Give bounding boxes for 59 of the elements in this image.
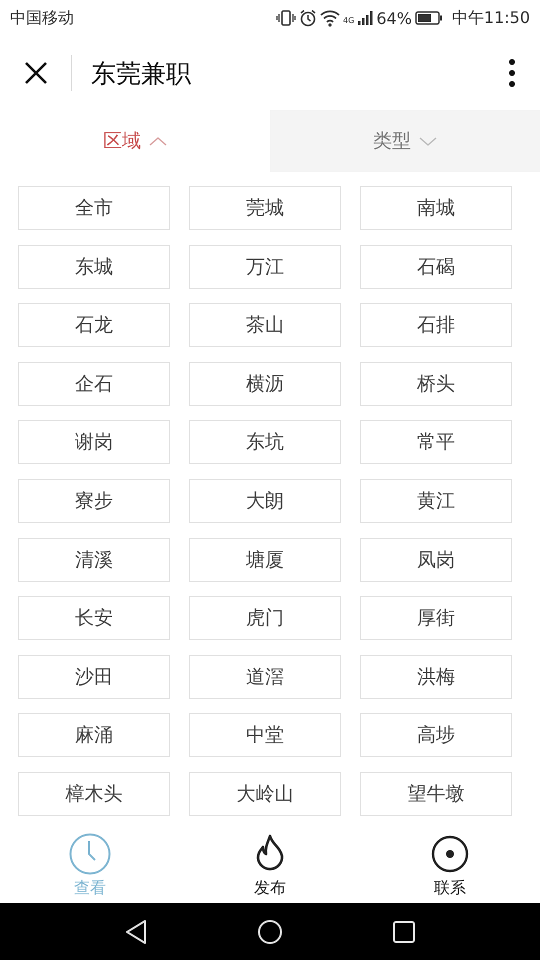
area-option[interactable]: 道滘 [189, 654, 341, 699]
area-option[interactable]: 厚街 [360, 596, 512, 640]
area-option[interactable]: 清溪 [18, 538, 170, 582]
area-option[interactable]: 洪梅 [360, 654, 512, 699]
area-option[interactable]: 望牛墩 [360, 772, 512, 816]
chevron-up-icon [149, 136, 167, 146]
home-button[interactable] [256, 918, 283, 944]
area-option[interactable]: 万江 [189, 244, 341, 289]
area-option[interactable]: 常平 [360, 420, 512, 464]
area-option[interactable]: 石排 [360, 303, 512, 348]
close-button[interactable] [23, 60, 49, 86]
home-icon [256, 918, 283, 944]
area-option[interactable]: 高埗 [360, 713, 512, 758]
battery-level: 64% [376, 8, 412, 28]
area-option[interactable]: 黄江 [360, 478, 512, 523]
area-option[interactable]: 塘厦 [189, 538, 341, 582]
area-option[interactable]: 长安 [18, 596, 170, 640]
area-option[interactable]: 企石 [18, 362, 170, 406]
area-option[interactable]: 虎门 [189, 596, 341, 640]
area-option[interactable]: 沙田 [18, 654, 170, 699]
area-option[interactable]: 东坑 [189, 420, 341, 464]
clock-icon [69, 833, 111, 875]
wifi-icon [320, 9, 340, 27]
area-option[interactable]: 谢岗 [18, 420, 170, 464]
area-option[interactable]: 横沥 [189, 362, 341, 406]
square-icon [392, 920, 416, 944]
area-option[interactable]: 大朗 [189, 478, 341, 523]
back-button[interactable] [124, 918, 148, 944]
area-option[interactable]: 凤岗 [360, 538, 512, 582]
recents-button[interactable] [392, 920, 416, 944]
tab-bar-item[interactable]: 联系 [360, 832, 540, 899]
network-type: 4G [343, 16, 354, 24]
tab-bar-item[interactable]: 发布 [180, 832, 360, 899]
area-option[interactable]: 东城 [18, 244, 170, 289]
carrier-name: 中国移动 [10, 8, 74, 28]
area-option[interactable]: 茶山 [189, 303, 341, 348]
signal-icon [357, 10, 374, 26]
page-title: 东莞兼职 [91, 58, 192, 90]
more-icon [508, 58, 516, 88]
area-option[interactable]: 中堂 [189, 713, 341, 758]
clock-time: 中午11:50 [452, 8, 530, 28]
area-option[interactable]: 石碣 [360, 244, 512, 289]
chevron-down-icon [419, 136, 437, 146]
alarm-icon [299, 9, 318, 27]
area-option[interactable]: 莞城 [189, 186, 341, 230]
area-option[interactable]: 樟木头 [18, 772, 170, 816]
area-option[interactable]: 寮步 [18, 478, 170, 523]
close-icon [23, 60, 49, 86]
area-option[interactable]: 石龙 [18, 303, 170, 348]
area-option[interactable]: 麻涌 [18, 713, 170, 758]
area-option[interactable]: 桥头 [360, 362, 512, 406]
target-icon [431, 835, 469, 873]
back-icon [124, 918, 148, 944]
area-option[interactable]: 南城 [360, 186, 512, 230]
area-option[interactable]: 大岭山 [189, 772, 341, 816]
filter-tab[interactable]: 类型 [270, 110, 540, 172]
vibrate-icon [276, 9, 296, 27]
area-option[interactable]: 全市 [18, 186, 170, 230]
battery-icon [414, 11, 443, 25]
